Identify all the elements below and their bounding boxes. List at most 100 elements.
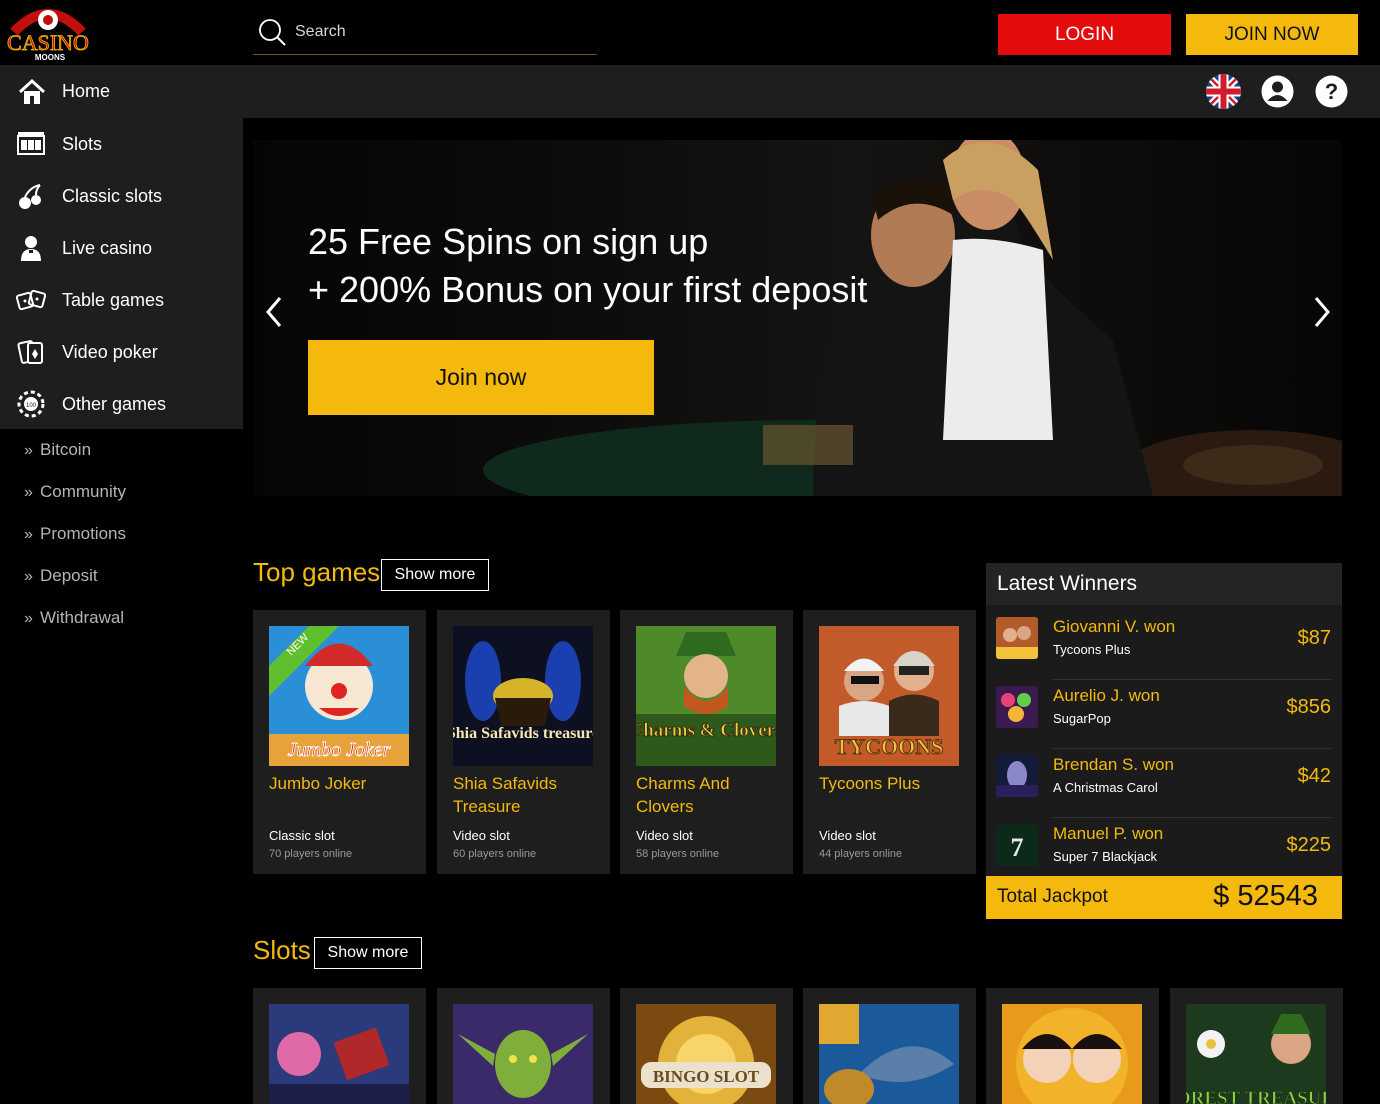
- winner-game-thumbnail: [996, 755, 1038, 797]
- nav-home[interactable]: Home: [0, 65, 243, 118]
- sidebar-item-slots[interactable]: Slots: [0, 118, 243, 170]
- winner-amount: $42: [1297, 765, 1331, 787]
- search-icon[interactable]: [257, 17, 287, 47]
- promo-banner[interactable]: 25 Free Spins on sign up + 200% Bonus on…: [253, 140, 1342, 496]
- sidebar-item-label: Other games: [62, 394, 167, 414]
- game-thumbnail[interactable]: Shia Safavids treasure: [453, 626, 593, 766]
- top-games-show-more-button[interactable]: Show more: [381, 559, 489, 591]
- svg-text:?: ?: [1325, 79, 1338, 104]
- banner-image: [483, 140, 1342, 496]
- sidebar-item-label: Slots: [62, 134, 103, 154]
- winner-row[interactable]: Brendan S. won A Christmas Carol $42: [986, 749, 1342, 818]
- sidebar-link-withdrawal[interactable]: » Withdrawal: [24, 608, 124, 638]
- casino-moons-logo[interactable]: CASINO MOONS: [4, 2, 92, 62]
- sidebar-link-bitcoin[interactable]: » Bitcoin: [24, 440, 91, 470]
- total-jackpot-label: Total Jackpot: [997, 886, 1108, 907]
- slot-card[interactable]: [253, 988, 426, 1104]
- winner-row[interactable]: Aurelio J. won SugarPop $856: [986, 680, 1342, 749]
- svg-text:Shia Safavids treasure: Shia Safavids treasure: [453, 725, 593, 742]
- game-card-tycoons-plus[interactable]: TYCOONS Tycoons Plus Video slot 44 playe…: [803, 610, 976, 874]
- sidebar-item-label: Table games: [62, 290, 165, 310]
- players-online: 44 players online: [819, 848, 903, 860]
- slot-thumbnail[interactable]: [819, 1004, 959, 1104]
- sidebar-item-live-casino[interactable]: Live casino: [0, 222, 243, 274]
- uk-flag-icon[interactable]: [1206, 74, 1241, 109]
- slots-title: Slots: [253, 935, 311, 965]
- sidebar-link-deposit[interactable]: » Deposit: [24, 566, 98, 596]
- winner-name: Brendan S. won: [1053, 755, 1174, 774]
- game-thumbnail[interactable]: TYCOONS: [819, 626, 959, 766]
- game-name[interactable]: Jumbo Joker: [269, 772, 419, 795]
- winner-game[interactable]: Super 7 Blackjack: [1053, 849, 1157, 864]
- nav-home-label: Home: [62, 81, 111, 101]
- svg-text:100: 100: [26, 403, 37, 409]
- game-name[interactable]: Charms And Clovers: [636, 772, 786, 818]
- players-online: 60 players online: [453, 848, 537, 860]
- winner-amount: $87: [1297, 627, 1331, 649]
- join-now-button[interactable]: JOIN NOW: [1186, 14, 1358, 55]
- game-name[interactable]: Tycoons Plus: [819, 772, 969, 795]
- slot-thumbnail[interactable]: [1002, 1004, 1142, 1104]
- game-type: Video slot: [819, 828, 876, 843]
- search-input[interactable]: [295, 18, 585, 46]
- logo-text: CASINO: [7, 30, 89, 55]
- winner-game[interactable]: A Christmas Carol: [1053, 780, 1158, 795]
- nav-bar: Home: [0, 65, 1380, 118]
- login-button[interactable]: LOGIN: [998, 14, 1171, 55]
- game-card-charms-clovers[interactable]: Charms & Clovers Charms And Clovers Vide…: [620, 610, 793, 874]
- sidebar-item-video-poker[interactable]: Video poker: [0, 326, 243, 378]
- slot-thumbnail[interactable]: FOREST TREASURE: [1186, 1004, 1326, 1104]
- sidebar-link-community[interactable]: » Community: [24, 482, 126, 512]
- slot-card[interactable]: BINGO SLOT: [620, 988, 793, 1104]
- game-card-jumbo-joker[interactable]: Jumbo Joker NEW Jumbo Joker Classic slot…: [253, 610, 426, 874]
- sidebar-item-label: Classic slots: [62, 186, 163, 206]
- winner-game-thumbnail: [996, 686, 1038, 728]
- game-card-shia-safavids[interactable]: Shia Safavids treasure Shia Safavids Tre…: [437, 610, 610, 874]
- sidebar-item-other-games[interactable]: 100 Other games: [0, 378, 243, 430]
- game-name[interactable]: Shia Safavids Treasure: [453, 772, 603, 818]
- sidebar-link-promotions[interactable]: » Promotions: [24, 524, 126, 554]
- carousel-next-icon[interactable]: [1309, 290, 1335, 334]
- winner-game[interactable]: Tycoons Plus: [1053, 642, 1130, 657]
- svg-text:TYCOONS: TYCOONS: [835, 734, 944, 759]
- slots-show-more-button[interactable]: Show more: [314, 937, 422, 969]
- winner-name: Giovanni V. won: [1053, 617, 1176, 636]
- slot-card[interactable]: [437, 988, 610, 1104]
- carousel-prev-icon[interactable]: [261, 290, 287, 334]
- banner-headline: 25 Free Spins on sign up + 200% Bonus on…: [308, 218, 867, 314]
- logo-subtext: MOONS: [35, 53, 66, 62]
- sidebar-item-table-games[interactable]: Table games: [0, 274, 243, 326]
- svg-text:FOREST TREASURE: FOREST TREASURE: [1186, 1088, 1326, 1104]
- user-account-icon[interactable]: [1260, 74, 1295, 109]
- cherry-icon: [19, 184, 41, 209]
- banner-line-2: + 200% Bonus on your first deposit: [308, 269, 868, 310]
- slot-thumbnail[interactable]: [453, 1004, 593, 1104]
- winner-amount: $225: [1286, 834, 1332, 856]
- svg-text:7: 7: [1011, 833, 1024, 862]
- game-type: Video slot: [453, 828, 510, 843]
- winner-row[interactable]: Giovanni V. won Tycoons Plus $87: [986, 611, 1342, 680]
- help-icon[interactable]: ?: [1314, 74, 1349, 109]
- latest-winners-title: Latest Winners: [997, 572, 1138, 595]
- double-chevron-icon: »: [24, 610, 33, 627]
- winner-game[interactable]: SugarPop: [1053, 711, 1111, 726]
- game-type: Video slot: [636, 828, 693, 843]
- winner-amount: $856: [1286, 696, 1332, 718]
- sidebar-item-classic-slots[interactable]: Classic slots: [0, 170, 243, 222]
- top-bar: CASINO MOONS LOGIN JOIN NOW: [0, 0, 1380, 65]
- slot-thumbnail[interactable]: BINGO SLOT: [636, 1004, 776, 1104]
- slot-card[interactable]: [986, 988, 1159, 1104]
- svg-text:Jumbo Joker: Jumbo Joker: [288, 739, 391, 761]
- slot-card[interactable]: [803, 988, 976, 1104]
- game-type: Classic slot: [269, 828, 335, 843]
- game-thumbnail[interactable]: Jumbo Joker NEW: [269, 626, 409, 766]
- banner-line-1: 25 Free Spins on sign up: [308, 221, 709, 262]
- game-thumbnail[interactable]: Charms & Clovers: [636, 626, 776, 766]
- chip-icon: 100: [17, 390, 45, 418]
- banner-join-button[interactable]: Join now: [308, 340, 654, 415]
- slot-thumbnail[interactable]: [269, 1004, 409, 1104]
- slot-card[interactable]: FOREST TREASURE: [1170, 988, 1343, 1104]
- double-chevron-icon: »: [24, 526, 33, 543]
- sidebar-item-label: Live casino: [62, 238, 153, 258]
- latest-winners-panel: Latest Winners Giovanni V. won Tycoons P…: [986, 563, 1342, 919]
